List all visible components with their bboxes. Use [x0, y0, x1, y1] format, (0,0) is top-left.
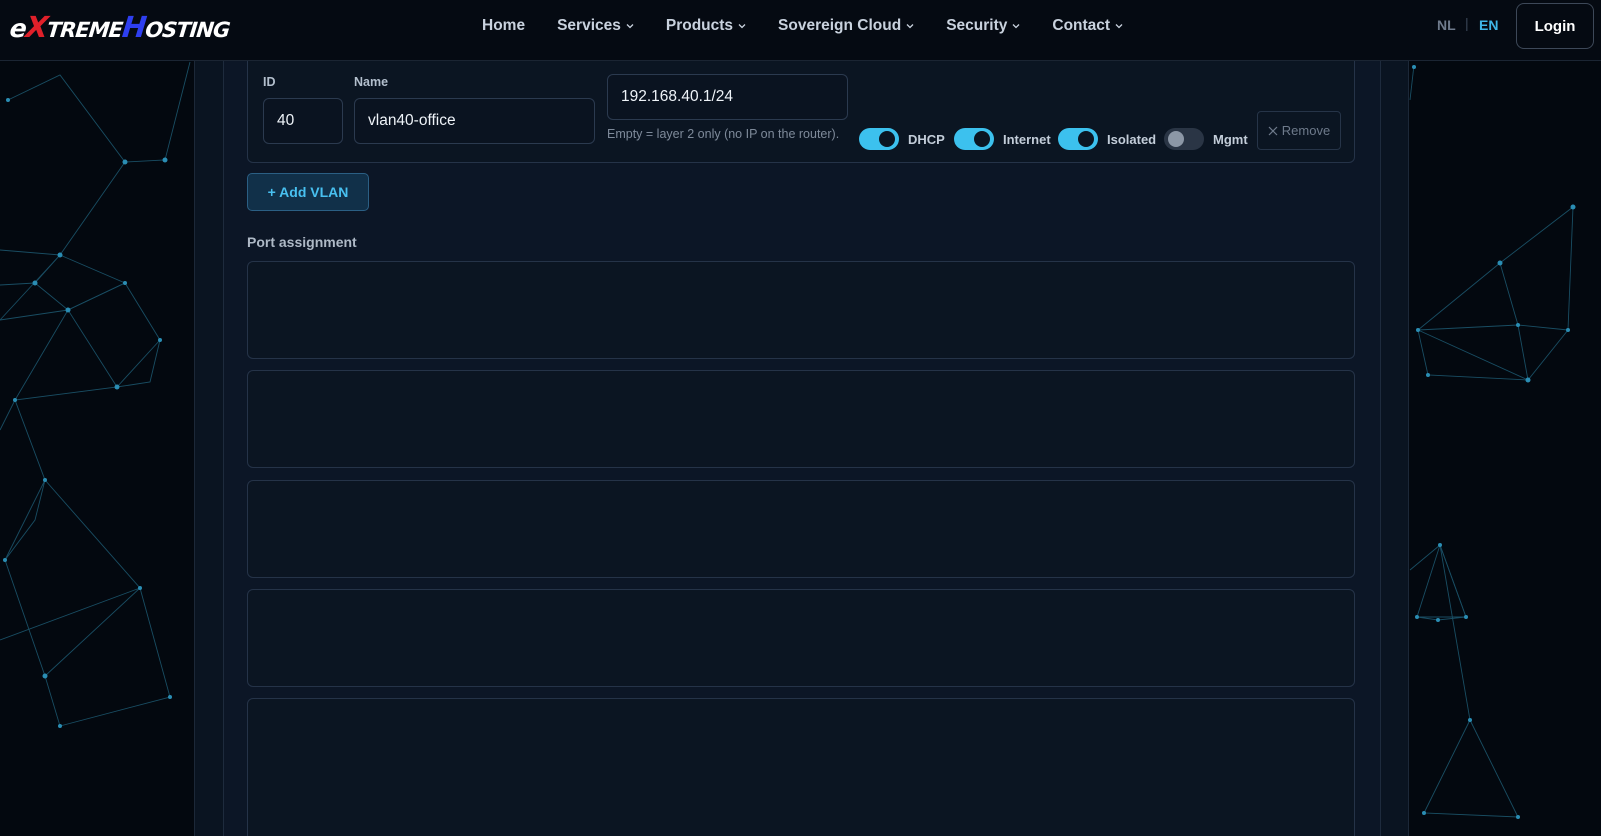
remove-label: Remove — [1281, 123, 1331, 138]
switch-knob — [1168, 131, 1184, 147]
switch-knob — [974, 131, 990, 147]
trunk-port-row — [247, 698, 1355, 836]
lang-nl-link[interactable]: NL — [1437, 17, 1456, 33]
chevron-down-icon — [738, 24, 746, 29]
vlan-name-label: Name — [354, 75, 389, 89]
chevron-down-icon — [1115, 24, 1123, 29]
nav-label: Security — [946, 17, 1008, 34]
internet-switch[interactable] — [954, 128, 994, 150]
chevron-down-icon — [906, 24, 914, 29]
close-icon — [1268, 126, 1278, 135]
nav-label: Products — [665, 17, 734, 34]
nav-item-products[interactable]: Products — [666, 17, 746, 35]
site-header: eXTREMEHOSTING Home Services Products Sover… — [0, 0, 1601, 61]
lang-separator: | — [1465, 15, 1469, 31]
isolated-toggle[interactable]: Isolated — [1058, 128, 1156, 150]
nav-item-services[interactable]: Services — [557, 17, 634, 35]
port-row — [247, 480, 1355, 578]
internet-label: Internet — [1003, 131, 1051, 147]
mgmt-switch[interactable] — [1164, 128, 1204, 150]
nav-label: Home — [482, 17, 526, 34]
dhcp-switch[interactable] — [859, 128, 899, 150]
brand-logo[interactable]: eXTREMEHOSTING — [8, 10, 231, 44]
isolated-switch[interactable] — [1058, 128, 1098, 150]
nav-label: Contact — [1052, 17, 1111, 34]
port-row — [247, 261, 1355, 359]
mgmt-toggle[interactable]: Mgmt — [1164, 128, 1248, 150]
lang-en-link[interactable]: EN — [1479, 17, 1498, 33]
dhcp-label: DHCP — [908, 131, 945, 147]
vlan-id-label: ID — [263, 75, 276, 89]
vlan-id-field[interactable]: 40 — [263, 98, 343, 144]
isolated-label: Isolated — [1107, 131, 1157, 147]
port-row — [247, 370, 1355, 468]
nav-label: Sovereign Cloud — [778, 17, 902, 34]
dhcp-toggle[interactable]: DHCP — [859, 128, 945, 150]
switch-knob — [1078, 131, 1094, 147]
logo-word-osting: OSTING — [144, 18, 231, 42]
internet-toggle[interactable]: Internet — [954, 128, 1051, 150]
nav-item-contact[interactable]: Contact — [1052, 17, 1123, 35]
vlan-ip-field[interactable]: 192.168.40.1/24 — [607, 74, 848, 120]
nav-label: Services — [557, 17, 621, 34]
switch-knob — [879, 131, 895, 147]
main-nav: Home Services Products Sovereign Cloud Secur… — [482, 0, 1155, 52]
port-assignment-heading: Port assignment — [247, 234, 357, 250]
logo-word-treme: TREME — [45, 18, 124, 42]
vlan-name-field[interactable]: vlan40-office — [354, 98, 595, 144]
vlan-remove-button[interactable]: Remove — [1257, 111, 1341, 150]
nav-item-security[interactable]: Security — [946, 17, 1020, 35]
login-button[interactable]: Login — [1516, 3, 1594, 49]
nav-item-sovereign-cloud[interactable]: Sovereign Cloud — [778, 17, 914, 35]
chevron-down-icon — [626, 24, 634, 29]
port-row — [247, 589, 1355, 687]
mgmt-label: Mgmt — [1213, 131, 1248, 147]
nav-item-home[interactable]: Home — [482, 17, 525, 35]
add-vlan-button[interactable]: + Add VLAN — [247, 173, 369, 211]
vlan-ip-hint: Empty = layer 2 only (no IP on the route… — [607, 127, 840, 141]
chevron-down-icon — [1012, 24, 1020, 29]
